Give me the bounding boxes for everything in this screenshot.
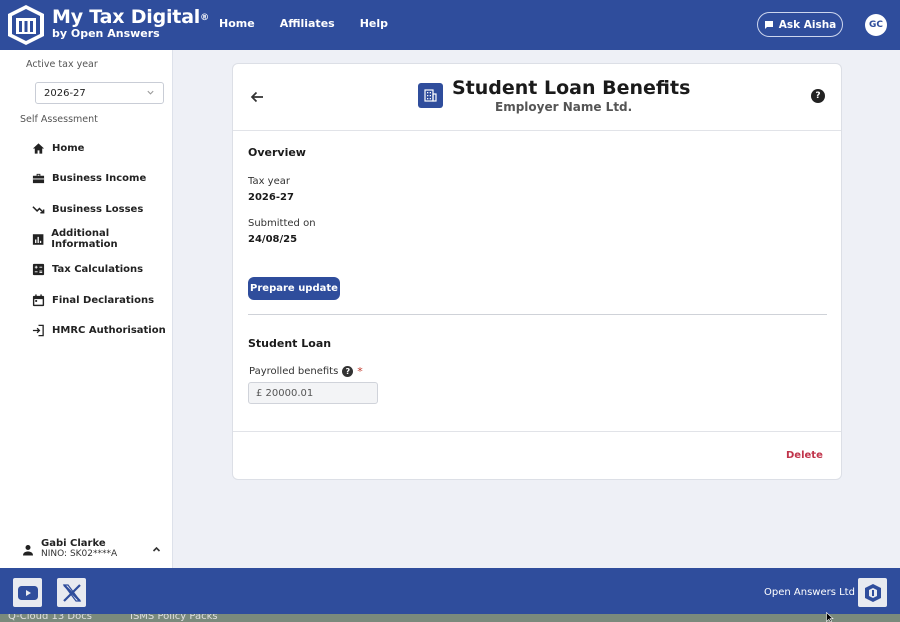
tax-year-value: 2026-27 [44, 87, 86, 99]
sidebar-item-label: Final Declarations [52, 294, 155, 306]
required-mark: * [357, 365, 363, 378]
sidebar: Active tax year 2026-27 Self Assessment … [0, 50, 173, 568]
tax-year-label: Active tax year [26, 59, 98, 70]
brand: My Tax Digital® by Open Answers [52, 6, 209, 40]
nav-help[interactable]: Help [360, 17, 388, 30]
login-icon [32, 324, 44, 336]
nav-affiliates[interactable]: Affiliates [280, 17, 335, 30]
x-twitter-icon[interactable] [57, 578, 86, 607]
user-nino: NINO: SK02****A [41, 549, 118, 559]
sidebar-item-hmrc-authorisation[interactable]: HMRC Authorisation [32, 321, 166, 339]
footer: Open Answers Ltd [0, 568, 900, 614]
registered-mark: ® [200, 13, 209, 23]
chat-icon [764, 20, 773, 29]
sidebar-item-final-declarations[interactable]: Final Declarations [32, 291, 154, 309]
sidebar-item-home[interactable]: Home [32, 139, 84, 157]
payrolled-benefits-input[interactable]: £ 20000.01 [248, 382, 378, 404]
sidebar-item-label: Business Income [52, 172, 147, 184]
main-nav: Home Affiliates Help [219, 17, 413, 30]
user-avatar[interactable]: GC [865, 14, 887, 36]
bar-chart-icon [32, 233, 44, 245]
ask-aisha-button[interactable]: Ask Aisha [757, 12, 843, 37]
sidebar-item-label: Business Losses [52, 203, 144, 215]
trending-down-icon [32, 205, 45, 213]
nav-home[interactable]: Home [219, 17, 255, 30]
top-bar: My Tax Digital® by Open Answers Home Aff… [0, 0, 900, 50]
tax-year-field-label: Tax year [248, 176, 290, 187]
open-answers-logo-icon[interactable] [858, 578, 887, 607]
calendar-icon [32, 293, 45, 306]
student-loan-card: Student Loan Benefits Employer Name Ltd.… [232, 63, 842, 480]
student-loan-heading: Student Loan [248, 337, 332, 350]
help-circle-icon[interactable]: ? [342, 366, 354, 377]
user-name: Gabi Clarke [41, 538, 106, 549]
back-arrow-icon[interactable] [249, 89, 265, 105]
briefcase-icon [32, 173, 45, 183]
mouse-cursor-icon [826, 612, 834, 622]
company-name: Open Answers Ltd [764, 587, 855, 598]
ask-aisha-label: Ask Aisha [778, 18, 837, 31]
card-header: Student Loan Benefits Employer Name Ltd.… [233, 64, 841, 131]
section-divider [248, 314, 827, 315]
submitted-on-value: 24/08/25 [248, 234, 298, 245]
brand-subtitle: by Open Answers [52, 27, 160, 40]
prepare-update-button[interactable]: Prepare update [248, 277, 340, 300]
help-icon[interactable]: ? [811, 89, 825, 103]
chevron-down-icon [147, 90, 154, 95]
youtube-icon[interactable] [13, 578, 42, 607]
card-footer-divider [233, 431, 841, 432]
background-strip: Q-Cloud 13 Docs ISMS Policy Packs [0, 614, 900, 622]
sidebar-item-business-income[interactable]: Business Income [32, 169, 146, 187]
tax-year-select[interactable]: 2026-27 [35, 82, 164, 104]
tax-year-field-value: 2026-27 [248, 192, 294, 203]
home-icon [32, 142, 45, 154]
self-assessment-label: Self Assessment [20, 114, 98, 125]
chevron-up-icon[interactable] [151, 544, 162, 555]
sidebar-item-business-losses[interactable]: Business Losses [32, 200, 143, 218]
sidebar-item-tax-calculations[interactable]: Tax Calculations [32, 260, 143, 278]
user-profile[interactable]: Gabi Clarke NINO: SK02****A [22, 538, 167, 562]
brand-title: My Tax Digital® [52, 6, 209, 28]
sidebar-item-additional-information[interactable]: Additional Information [32, 228, 172, 250]
building-icon [418, 83, 443, 108]
payrolled-benefits-label: Payrolled benefits ? * [249, 365, 363, 378]
payrolled-benefits-text: Payrolled benefits [249, 366, 339, 377]
sidebar-item-label: HMRC Authorisation [52, 324, 166, 336]
sidebar-item-label: Home [52, 142, 85, 154]
calculator-icon [32, 263, 45, 275]
background-text-1: Q-Cloud 13 Docs [8, 614, 92, 622]
delete-button[interactable]: Delete [786, 450, 823, 461]
employer-name: Employer Name Ltd. [495, 100, 633, 114]
submitted-on-label: Submitted on [248, 218, 316, 229]
background-text-2: ISMS Policy Packs [130, 614, 218, 622]
overview-heading: Overview [248, 146, 306, 159]
person-icon [23, 545, 33, 556]
sidebar-item-label: Additional Information [51, 228, 118, 250]
page-title: Student Loan Benefits [452, 77, 691, 99]
sidebar-item-label: Tax Calculations [52, 263, 144, 275]
app-logo-icon[interactable] [6, 4, 46, 46]
